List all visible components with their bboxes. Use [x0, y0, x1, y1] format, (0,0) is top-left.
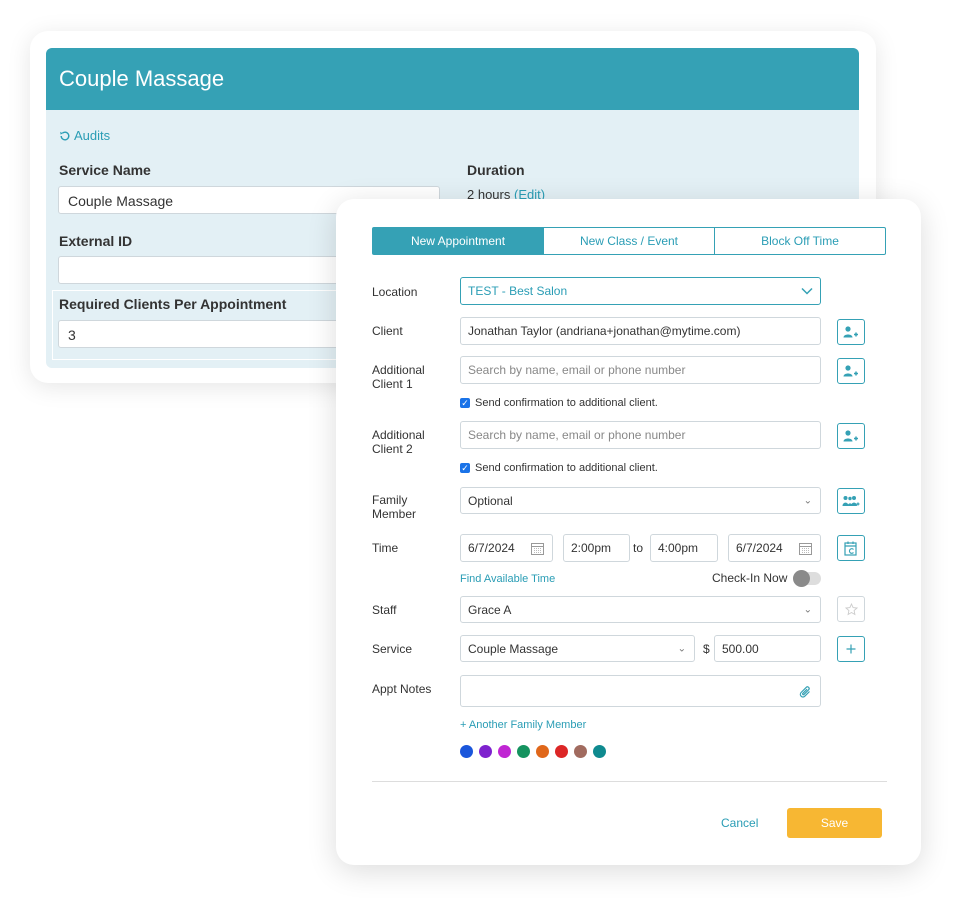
additional-client-1-input[interactable]: Search by name, email or phone number: [460, 356, 821, 384]
find-available-time-link[interactable]: Find Available Time: [460, 573, 555, 585]
add-client-button[interactable]: [837, 319, 865, 345]
checkbox-checked-icon[interactable]: ✓: [460, 463, 470, 473]
time-label: Time: [372, 541, 399, 555]
chevron-down-icon: ⌄: [677, 643, 686, 654]
save-button[interactable]: Save: [787, 808, 882, 838]
tab-new-class-event[interactable]: New Class / Event: [543, 228, 714, 254]
calendar-icon: [799, 543, 812, 555]
service-price-input[interactable]: 500.00: [714, 635, 821, 662]
time-to-label: to: [633, 541, 644, 555]
location-select[interactable]: TEST - Best Salon: [460, 277, 821, 305]
color-swatch[interactable]: [460, 745, 473, 758]
currency-symbol: $: [703, 642, 710, 656]
chevron-down-icon: [801, 287, 813, 295]
end-time-input[interactable]: 4:00pm: [650, 534, 718, 562]
checkbox-checked-icon[interactable]: ✓: [460, 398, 470, 408]
confirm-additional-client-2-label: Send confirmation to additional client.: [475, 462, 658, 474]
family-member-label-line2: Member: [372, 507, 417, 521]
appt-notes-label: Appt Notes: [372, 682, 432, 696]
divider: [372, 781, 887, 782]
family-member-select[interactable]: Optional ⌄: [460, 487, 821, 514]
tab-block-off-time[interactable]: Block Off Time: [714, 228, 885, 254]
client-label: Client: [372, 324, 403, 338]
family-member-label: Family Member: [372, 493, 416, 521]
add-service-button[interactable]: [837, 636, 865, 662]
paperclip-icon[interactable]: [799, 685, 812, 699]
color-swatch[interactable]: [536, 745, 549, 758]
start-date-value: 6/7/2024: [468, 541, 515, 555]
end-date-input[interactable]: 6/7/2024: [728, 534, 821, 562]
add-person-icon: [843, 365, 858, 377]
additional-client-2-label-line1: Additional: [372, 428, 425, 442]
plus-icon: [846, 644, 856, 654]
service-label: Service: [372, 642, 413, 656]
additional-client-2-label: Additional Client 2: [372, 428, 425, 456]
audits-link[interactable]: Audits: [59, 128, 110, 143]
star-icon: [844, 602, 858, 615]
staff-label: Staff: [372, 603, 397, 617]
duration-label: Duration: [467, 162, 525, 178]
confirm-additional-client-1-label: Send confirmation to additional client.: [475, 397, 658, 409]
chevron-down-icon: ⌄: [803, 604, 812, 615]
service-card-title: Couple Massage: [59, 66, 225, 91]
favorite-staff-button[interactable]: [837, 596, 865, 622]
family-member-value: Optional: [468, 493, 513, 508]
service-card-header: Couple Massage: [46, 48, 859, 110]
add-additional-client-1-button[interactable]: [837, 358, 865, 384]
service-value: Couple Massage: [468, 641, 559, 656]
additional-client-2-input[interactable]: Search by name, email or phone number: [460, 421, 821, 449]
staff-value: Grace A: [468, 602, 512, 617]
chevron-down-icon: ⌄: [803, 495, 812, 506]
add-family-button[interactable]: [837, 488, 865, 514]
location-value: TEST - Best Salon: [468, 284, 568, 298]
color-swatch[interactable]: [517, 745, 530, 758]
additional-client-1-label-line1: Additional: [372, 363, 425, 377]
calendar-repeat-icon: [844, 541, 857, 556]
location-label: Location: [372, 285, 418, 299]
external-id-label: External ID: [59, 233, 133, 249]
family-member-label-line1: Family: [372, 493, 408, 507]
appt-notes-input[interactable]: [460, 675, 821, 707]
color-swatch[interactable]: [593, 745, 606, 758]
audits-label: Audits: [74, 128, 111, 143]
appointment-tabs: New Appointment New Class / Event Block …: [372, 227, 886, 255]
family-icon: [842, 496, 860, 506]
start-time-input[interactable]: 2:00pm: [563, 534, 630, 562]
color-swatch[interactable]: [498, 745, 511, 758]
calendar-icon: [531, 543, 544, 555]
additional-client-2-label-line2: Client 2: [372, 442, 413, 456]
history-icon: [60, 130, 70, 140]
add-additional-client-2-button[interactable]: [837, 423, 865, 449]
check-in-now-label: Check-In Now: [712, 571, 788, 585]
required-clients-label: Required Clients Per Appointment: [59, 296, 287, 312]
color-swatch[interactable]: [574, 745, 587, 758]
confirm-additional-client-1[interactable]: ✓ Send confirmation to additional client…: [460, 397, 658, 409]
end-date-value: 6/7/2024: [736, 541, 783, 555]
additional-client-1-label-line2: Client 1: [372, 377, 413, 391]
service-name-label: Service Name: [59, 162, 151, 178]
color-swatches: [460, 745, 606, 758]
toggle-knob: [793, 569, 811, 587]
appointment-card: New Appointment New Class / Event Block …: [336, 199, 921, 865]
color-swatch[interactable]: [479, 745, 492, 758]
start-date-input[interactable]: 6/7/2024: [460, 534, 553, 562]
recurring-calendar-button[interactable]: [837, 535, 865, 561]
additional-client-1-label: Additional Client 1: [372, 363, 425, 391]
tab-new-appointment[interactable]: New Appointment: [373, 228, 543, 254]
service-select[interactable]: Couple Massage ⌄: [460, 635, 695, 662]
another-family-member-link[interactable]: + Another Family Member: [460, 719, 586, 731]
staff-select[interactable]: Grace A ⌄: [460, 596, 821, 623]
color-swatch[interactable]: [555, 745, 568, 758]
add-person-icon: [843, 326, 858, 338]
add-person-icon: [843, 430, 858, 442]
check-in-now: Check-In Now: [712, 569, 822, 587]
check-in-toggle[interactable]: [793, 569, 822, 587]
client-input[interactable]: Jonathan Taylor (andriana+jonathan@mytim…: [460, 317, 821, 345]
cancel-button[interactable]: Cancel: [721, 816, 758, 830]
confirm-additional-client-2[interactable]: ✓ Send confirmation to additional client…: [460, 462, 658, 474]
